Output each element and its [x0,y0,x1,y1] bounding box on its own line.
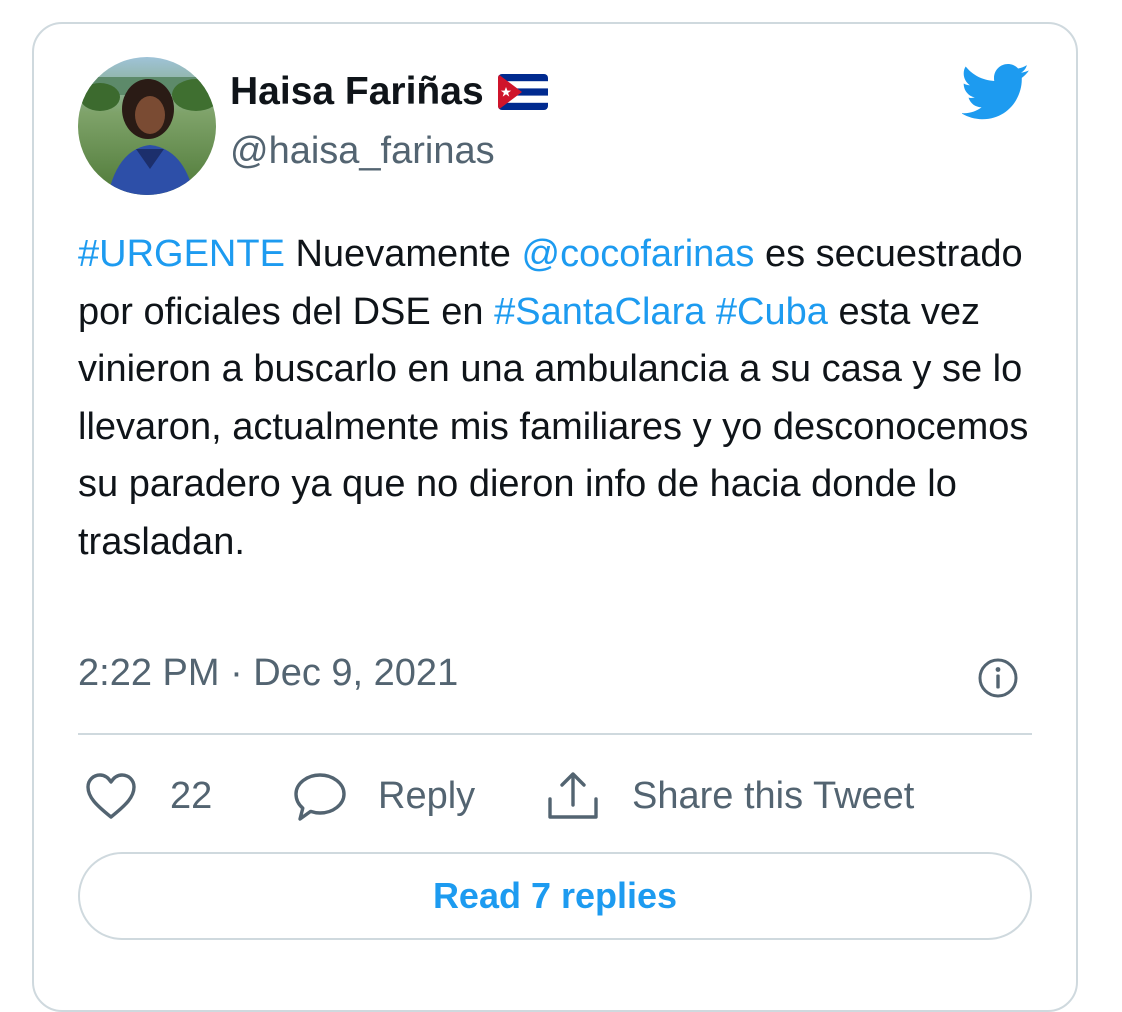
mention-link[interactable]: @cocofarinas [522,233,755,275]
tweet-text-segment [705,291,716,333]
hashtag-link[interactable]: #SantaClara [494,291,705,333]
hashtag-link[interactable]: #URGENTE [78,233,285,275]
info-icon[interactable] [976,656,1020,700]
display-name[interactable]: Haisa Fariñas [230,70,484,114]
tweet-text: #URGENTE Nuevamente @cocofarinas es secu… [78,226,1038,571]
cuba-flag-icon [497,74,548,110]
tweet-timestamp[interactable]: 2:22 PM · Dec 9, 2021 [78,652,458,695]
heart-icon [84,771,138,821]
avatar[interactable] [78,57,216,195]
user-handle[interactable]: @haisa_farinas [230,130,495,173]
display-name-row[interactable]: Haisa Fariñas [230,70,548,114]
hashtag-link[interactable]: #Cuba [716,291,828,333]
twitter-bird-icon[interactable] [960,62,1030,122]
reply-button[interactable]: Reply [292,768,475,824]
share-label: Share this Tweet [632,774,915,817]
like-count: 22 [170,774,213,817]
tweet-text-segment: Nuevamente [284,233,522,275]
like-button[interactable]: 22 [84,768,212,824]
read-replies-label: Read 7 replies [432,875,678,916]
share-icon [544,769,602,823]
divider [78,733,1032,735]
read-replies-button[interactable]: Read 7 replies [78,852,1032,940]
reply-label: Reply [378,774,476,817]
share-button[interactable]: Share this Tweet [544,768,914,824]
reply-bubble-icon [292,769,348,823]
